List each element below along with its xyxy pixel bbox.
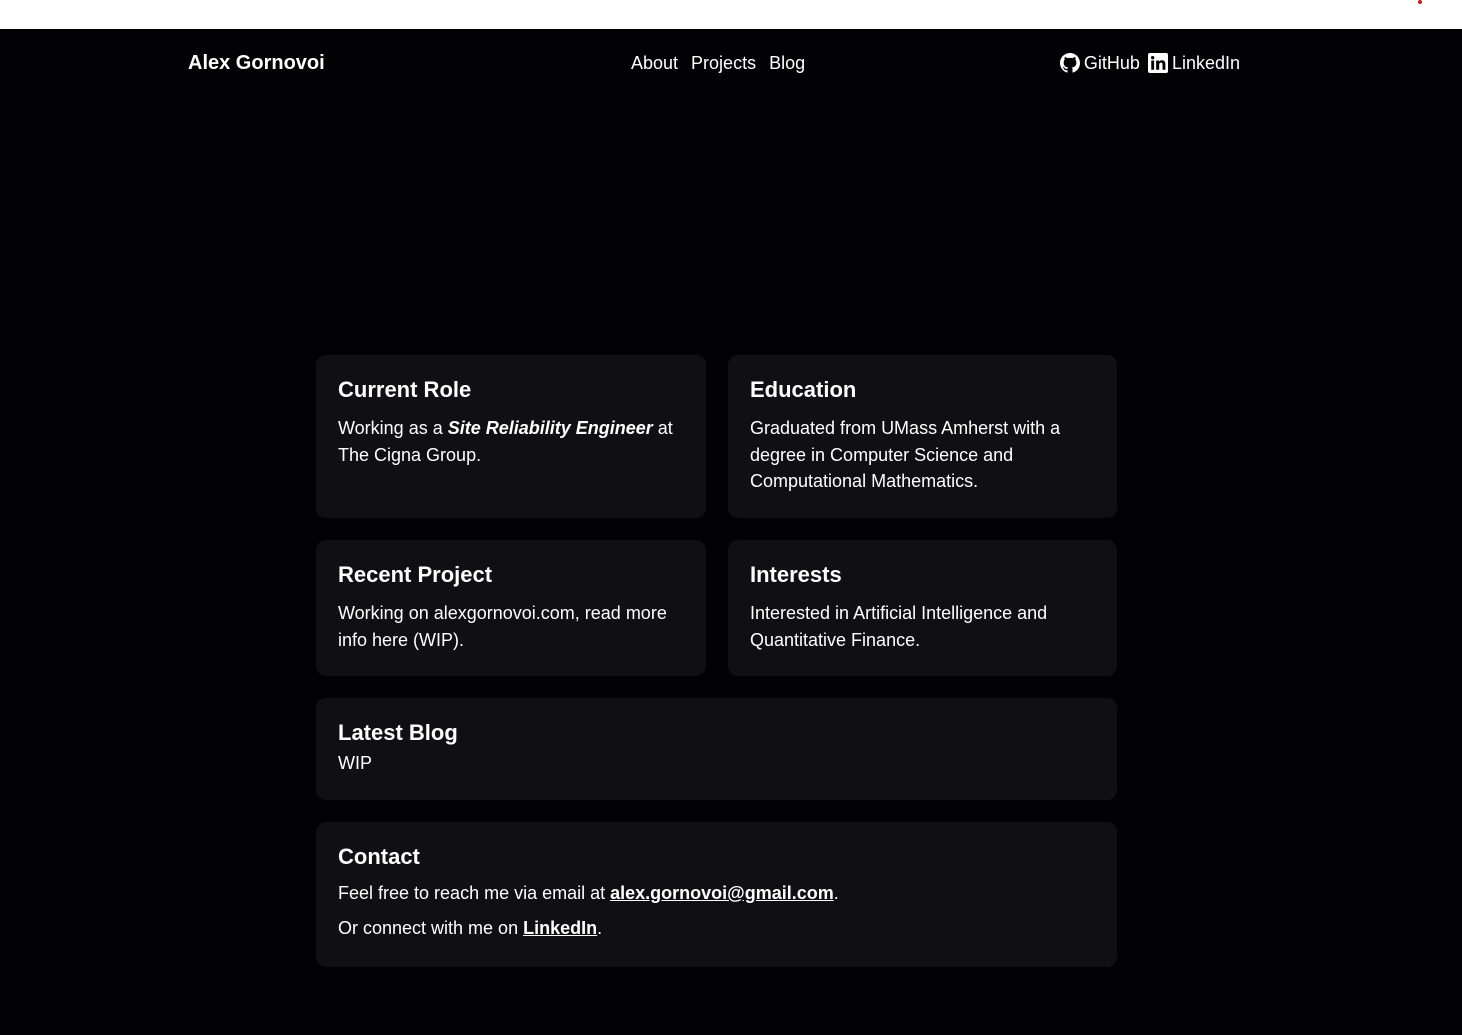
card-text: Working as a Site Reliability Engineer a… xyxy=(338,415,684,468)
brand-link[interactable]: Alex Gornovoi xyxy=(188,51,325,75)
card-text: WIP xyxy=(338,753,372,773)
email-link[interactable]: alex.gornovoi@gmail.com xyxy=(610,883,834,903)
education-card: Education Graduated from UMass Amherst w… xyxy=(728,355,1117,518)
interests-card: Interests Interested in Artificial Intel… xyxy=(728,540,1117,676)
role-text-before: Working as a xyxy=(338,418,448,438)
github-label: GitHub xyxy=(1083,53,1140,73)
recent-project-card: Recent Project Working on alexgornovoi.c… xyxy=(316,540,706,676)
email-suffix: . xyxy=(833,883,839,903)
social-links: GitHub LinkedIn xyxy=(1059,51,1240,75)
card-title: Interests xyxy=(750,562,842,587)
card-title: Current Role xyxy=(338,377,472,402)
linkedin-link[interactable]: LinkedIn xyxy=(1147,51,1240,75)
latest-blog-card: Latest Blog WIP xyxy=(316,698,1117,800)
navbar: Alex Gornovoi About Projects Blog GitHub xyxy=(0,29,1462,99)
nav-link-blog[interactable]: Blog xyxy=(769,52,805,74)
page: Alex Gornovoi About Projects Blog GitHub xyxy=(0,29,1462,1035)
email-prefix: Feel free to reach me via email at xyxy=(338,883,611,903)
contact-linkedin-link[interactable]: LinkedIn xyxy=(523,918,597,938)
card-title: Education xyxy=(750,377,857,402)
card-text: Interested in Artificial Intelligence an… xyxy=(750,603,1048,650)
contact-card: Contact Feel free to reach me via email … xyxy=(316,822,1117,967)
contact-linkedin-line: Or connect with me on LinkedIn. xyxy=(338,915,1095,942)
linkedin-label: LinkedIn xyxy=(1171,53,1240,73)
card-title: Contact xyxy=(338,844,420,869)
linkedin-prefix: Or connect with me on xyxy=(338,917,524,938)
contact-email-line: Feel free to reach me via email at alex.… xyxy=(338,880,1095,907)
github-icon xyxy=(1059,53,1080,73)
card-text: Working on alexgornovoi.com, read more i… xyxy=(338,603,667,650)
browser-top-strip xyxy=(0,0,1462,29)
current-role-card: Current Role Working as a Site Reliabili… xyxy=(316,355,706,518)
card-title: Latest Blog xyxy=(338,720,458,745)
card-title: Recent Project xyxy=(338,562,493,587)
nav-link-projects[interactable]: Projects xyxy=(691,52,756,74)
github-link[interactable]: GitHub xyxy=(1059,51,1140,75)
linkedin-suffix: . xyxy=(597,917,603,938)
card-text: Graduated from UMass Amherst with a degr… xyxy=(750,418,1061,491)
linkedin-icon xyxy=(1147,53,1168,73)
role-emphasis: Site Reliability Engineer xyxy=(447,418,653,438)
indicator-dot xyxy=(1418,0,1422,4)
nav-links: About Projects Blog xyxy=(631,52,805,74)
nav-link-about[interactable]: About xyxy=(631,52,678,74)
